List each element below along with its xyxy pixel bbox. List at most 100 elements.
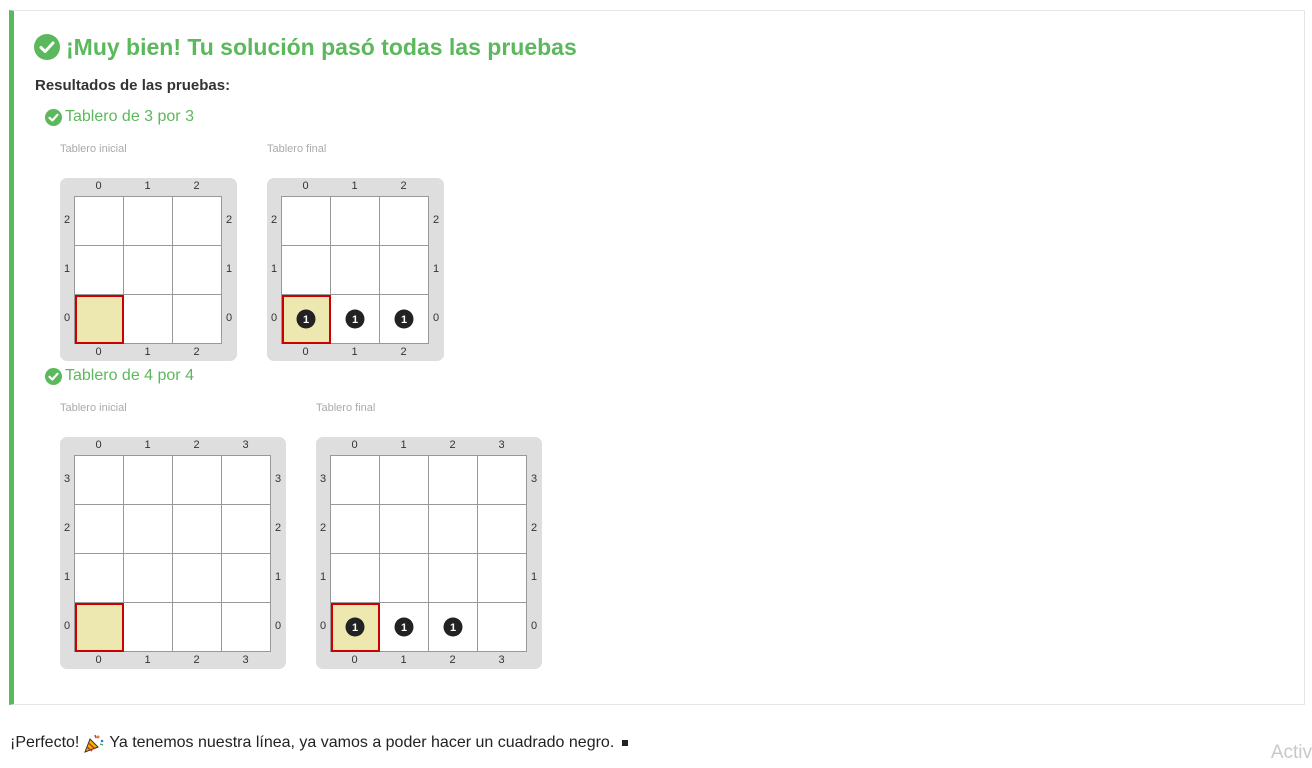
row-label: 1: [225, 262, 233, 275]
board-cell: [172, 245, 222, 295]
column-label: 0: [302, 180, 309, 192]
board-cell: [221, 553, 271, 603]
column-label: 2: [193, 654, 200, 666]
board-cell: [379, 455, 429, 505]
board-cell: [221, 504, 271, 554]
board-final-3x3: 0 0 1 1 2 2 2 2 1 1 0 0 1 1 1: [267, 178, 444, 361]
row-label: 3: [274, 472, 282, 485]
board-cell: [477, 553, 527, 603]
board-cell: [330, 553, 380, 603]
board-cell-head: [74, 294, 124, 344]
row-label: 2: [274, 521, 282, 534]
row-label: 0: [319, 619, 327, 632]
column-label: 0: [95, 346, 102, 358]
row-label: 0: [432, 311, 440, 324]
board-cell: [477, 455, 527, 505]
party-popper-icon: [84, 734, 104, 753]
board-cell: [172, 455, 222, 505]
column-label: 2: [193, 439, 200, 451]
ball-count: 1: [352, 622, 358, 634]
row-label: 3: [319, 472, 327, 485]
board-cell: [477, 504, 527, 554]
row-label: 2: [319, 521, 327, 534]
column-label: 1: [144, 654, 151, 666]
test-title-text: Tablero de 3 por 3: [65, 108, 194, 125]
ball-count: 1: [352, 314, 358, 326]
board-initial-4x4: 0 0 1 1 2 2 3 3 3 3 2 2 1 1 0 0: [60, 437, 286, 669]
column-label: 1: [400, 439, 407, 451]
row-label: 3: [63, 472, 71, 485]
column-label: 0: [95, 180, 102, 192]
row-label: 0: [63, 619, 71, 632]
board-cell: [172, 196, 222, 246]
ball-icon: 1: [443, 617, 463, 637]
row-label: 2: [63, 213, 71, 226]
column-label: 1: [351, 346, 358, 358]
test-title-4x4: Tablero de 4 por 4: [45, 367, 194, 385]
ball-icon: 1: [296, 309, 316, 329]
column-label: 1: [351, 180, 358, 192]
board-cell: [221, 455, 271, 505]
row-label: 2: [63, 521, 71, 534]
row-label: 0: [270, 311, 278, 324]
column-label: 2: [400, 346, 407, 358]
square-icon: [622, 740, 629, 746]
column-label: 2: [400, 180, 407, 192]
board-cell: [172, 602, 222, 652]
column-label: 0: [351, 654, 358, 666]
column-label: 3: [498, 439, 505, 451]
board-cell: [221, 602, 271, 652]
ball-count: 1: [401, 314, 407, 326]
board-cell: [172, 553, 222, 603]
board-final-4x4: 0 0 1 1 2 2 3 3 3 3 2 2 1 1 0 0 1 1 1: [316, 437, 542, 669]
board-cell: [379, 553, 429, 603]
row-label: 0: [274, 619, 282, 632]
ball-icon: 1: [345, 309, 365, 329]
board-cell: [379, 504, 429, 554]
column-label: 1: [144, 439, 151, 451]
success-title-text: ¡Muy bien! Tu solución pasó todas las pr…: [66, 33, 577, 60]
board-cell: [172, 294, 222, 344]
column-label: 1: [144, 346, 151, 358]
board-cell: [330, 455, 380, 505]
check-circle-icon: [45, 108, 62, 126]
board-cell: [123, 196, 173, 246]
board-cell: [379, 245, 429, 295]
board-cell-head: 1: [281, 294, 331, 344]
board-caption-final: Tablero final: [267, 143, 327, 155]
ball-count: 1: [303, 314, 309, 326]
board-cell: [281, 196, 331, 246]
board-cell: [74, 455, 124, 505]
column-label: 0: [302, 346, 309, 358]
column-label: 1: [400, 654, 407, 666]
column-label: 1: [144, 180, 151, 192]
board-grid: 1 1 1: [281, 196, 429, 344]
board-cell: [74, 504, 124, 554]
row-label: 1: [530, 570, 538, 583]
footer-message: ¡Perfecto! Ya tenemos nuestra línea, ya …: [10, 733, 629, 753]
test-title-text: Tablero de 4 por 4: [65, 367, 194, 384]
board-cell: [428, 504, 478, 554]
column-label: 2: [193, 346, 200, 358]
column-label: 0: [95, 439, 102, 451]
board-cell: [281, 245, 331, 295]
board-cell: [172, 504, 222, 554]
row-label: 1: [319, 570, 327, 583]
row-label: 1: [432, 262, 440, 275]
board-cell-head: 1: [330, 602, 380, 652]
board-initial-3x3: 0 0 1 1 2 2 2 2 1 1 0 0: [60, 178, 237, 361]
ball-count: 1: [450, 622, 456, 634]
check-circle-icon: [34, 34, 60, 60]
results-label: Resultados de las pruebas:: [35, 77, 231, 94]
board-cell: [428, 553, 478, 603]
board-cell: [123, 602, 173, 652]
row-label: 1: [63, 570, 71, 583]
ball-icon: 1: [394, 617, 414, 637]
row-label: 0: [225, 311, 233, 324]
column-label: 0: [95, 654, 102, 666]
board-cell: [74, 196, 124, 246]
row-label: 2: [270, 213, 278, 226]
ball-icon: 1: [394, 309, 414, 329]
board-cell: 1: [330, 294, 380, 344]
board-cell: [123, 245, 173, 295]
